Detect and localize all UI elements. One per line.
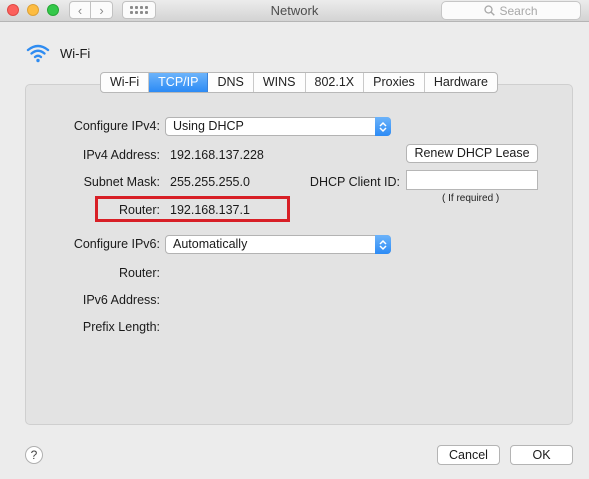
tab-tcpip[interactable]: TCP/IP bbox=[149, 73, 209, 92]
updown-arrows-icon bbox=[375, 235, 391, 254]
tab-bar: Wi-Fi TCP/IP DNS WINS 802.1X Proxies Har… bbox=[100, 72, 498, 93]
dhcp-client-id-hint: ( If required ) bbox=[442, 193, 500, 204]
tab-dns[interactable]: DNS bbox=[208, 73, 254, 92]
service-name: Wi-Fi bbox=[60, 46, 91, 61]
tab-wins[interactable]: WINS bbox=[254, 73, 306, 92]
configure-ipv6-popup[interactable]: Automatically bbox=[165, 235, 391, 254]
search-placeholder: Search bbox=[499, 3, 538, 18]
cancel-button[interactable]: Cancel bbox=[437, 445, 500, 465]
subnet-mask-label: Subnet Mask: bbox=[83, 175, 160, 189]
dhcp-client-id-field[interactable] bbox=[406, 170, 538, 190]
configure-ipv4-label: Configure IPv4: bbox=[73, 119, 160, 133]
window-titlebar: ‹ › Network Search bbox=[0, 0, 589, 22]
router-label: Router: bbox=[119, 203, 160, 217]
configure-ipv6-value: Automatically bbox=[173, 237, 248, 251]
search-field[interactable]: Search bbox=[441, 1, 581, 20]
router-value: 192.168.137.1 bbox=[170, 203, 250, 217]
tab-proxies[interactable]: Proxies bbox=[364, 73, 425, 92]
wifi-icon bbox=[26, 44, 50, 63]
configure-ipv4-value: Using DHCP bbox=[173, 119, 244, 133]
ipv6-router-label: Router: bbox=[119, 266, 160, 280]
ipv4-address-value: 192.168.137.228 bbox=[170, 148, 264, 162]
dhcp-client-id-label: DHCP Client ID: bbox=[309, 175, 400, 189]
renew-dhcp-lease-button[interactable]: Renew DHCP Lease bbox=[406, 144, 538, 163]
tab-8021x[interactable]: 802.1X bbox=[306, 73, 365, 92]
configure-ipv4-popup[interactable]: Using DHCP bbox=[165, 117, 391, 136]
help-button[interactable]: ? bbox=[25, 446, 43, 464]
subnet-mask-value: 255.255.255.0 bbox=[170, 175, 250, 189]
ipv4-address-label: IPv4 Address: bbox=[82, 148, 160, 162]
configure-ipv6-label: Configure IPv6: bbox=[73, 237, 160, 251]
prefix-length-label: Prefix Length: bbox=[82, 320, 160, 334]
tab-hardware[interactable]: Hardware bbox=[425, 73, 497, 92]
ok-button[interactable]: OK bbox=[510, 445, 573, 465]
updown-arrows-icon bbox=[375, 117, 391, 136]
search-icon bbox=[484, 5, 496, 16]
ipv6-address-label: IPv6 Address: bbox=[82, 293, 160, 307]
tab-wifi[interactable]: Wi-Fi bbox=[101, 73, 150, 92]
